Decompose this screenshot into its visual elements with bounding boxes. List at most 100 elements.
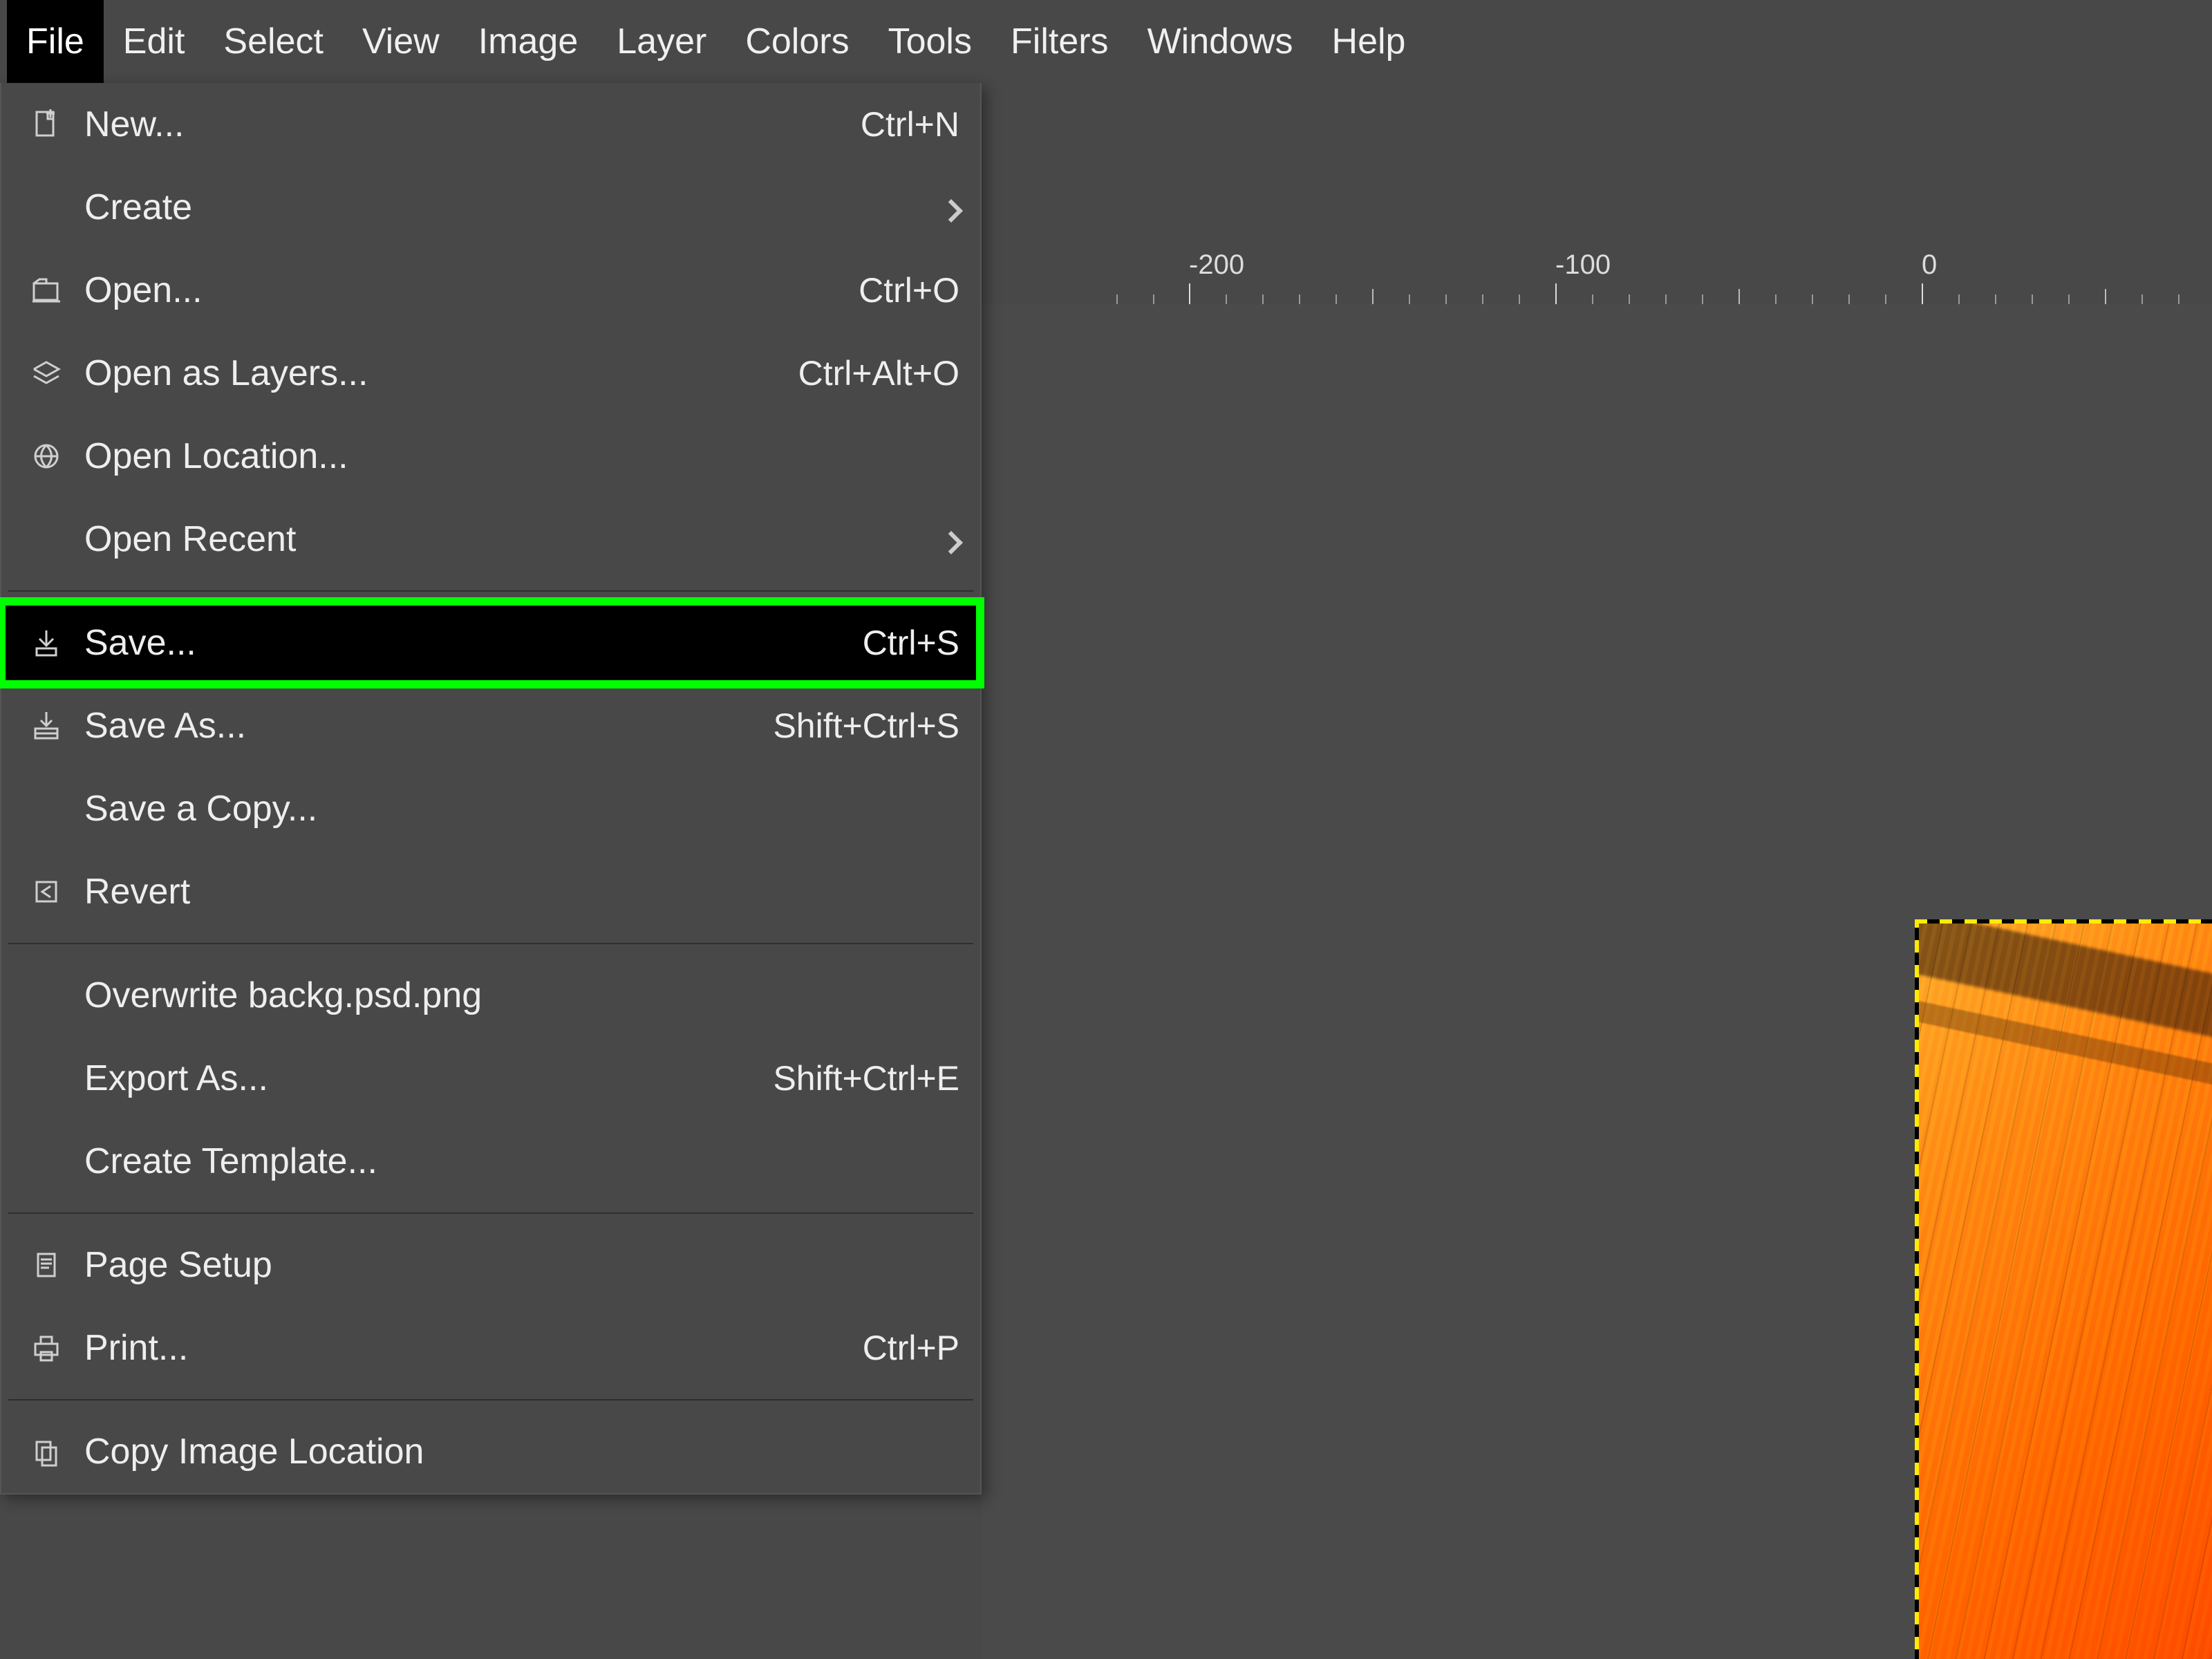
ruler-tick — [1848, 294, 1850, 304]
menu-label: Layer — [617, 21, 706, 62]
menu-item-label: Open Location... — [77, 435, 738, 477]
menu-item-open-recent[interactable]: Open Recent — [1, 498, 980, 581]
menu-item-new[interactable]: New... Ctrl+N — [1, 83, 980, 166]
menu-item-shortcut: Ctrl+O — [738, 270, 959, 310]
ruler-tick — [1812, 294, 1813, 304]
ruler-tick — [1519, 294, 1520, 304]
menu-windows[interactable]: Windows — [1128, 0, 1313, 83]
canvas-area[interactable] — [982, 304, 2212, 1659]
menu-label: Edit — [123, 21, 185, 62]
menu-item-label: Create — [77, 187, 932, 228]
submenu-arrow-icon — [932, 518, 959, 560]
menu-item-save[interactable]: Save... Ctrl+S — [1, 601, 980, 684]
ruler-tick — [1665, 294, 1667, 304]
menu-label: Help — [1332, 21, 1406, 62]
menu-item-create-template[interactable]: Create Template... — [1, 1120, 980, 1203]
ruler-tick — [1116, 294, 1118, 304]
menu-item-revert[interactable]: Revert — [1, 850, 980, 933]
menu-item-open[interactable]: Open... Ctrl+O — [1, 249, 980, 332]
menu-select[interactable]: Select — [204, 0, 343, 83]
ruler-tick — [1226, 294, 1227, 304]
menu-label: Filters — [1011, 21, 1109, 62]
menu-item-shortcut: Ctrl+N — [738, 104, 959, 144]
menu-item-shortcut: Ctrl+Alt+O — [738, 353, 959, 393]
ruler-tick — [1592, 294, 1593, 304]
ruler-tick — [1153, 294, 1154, 304]
ruler-label: -100 — [1555, 250, 1611, 281]
ruler-tick — [1445, 294, 1447, 304]
ruler-tick — [1189, 283, 1190, 304]
menu-item-shortcut: Ctrl+S — [738, 623, 959, 663]
ruler-tick — [1738, 289, 1740, 304]
submenu-arrow-icon — [932, 187, 959, 228]
menu-label: Tools — [888, 21, 972, 62]
menu-item-shortcut: Ctrl+P — [738, 1328, 959, 1368]
menu-label: Windows — [1147, 21, 1293, 62]
globe-icon — [15, 440, 77, 473]
open-image[interactable] — [1915, 919, 2212, 1659]
menu-item-label: Save As... — [77, 705, 738, 747]
ruler-tick — [1335, 294, 1337, 304]
ruler-tick — [1555, 283, 1557, 304]
menu-item-print[interactable]: Print... Ctrl+P — [1, 1306, 980, 1389]
menu-item-open-location[interactable]: Open Location... — [1, 415, 980, 498]
menu-item-label: Save... — [77, 622, 738, 664]
menu-item-label: Copy Image Location — [77, 1431, 738, 1472]
menu-label: View — [362, 21, 440, 62]
menu-item-shortcut: Shift+Ctrl+S — [738, 706, 959, 746]
menu-tools[interactable]: Tools — [869, 0, 991, 83]
menu-separator — [8, 1212, 973, 1214]
menu-file[interactable]: File — [7, 0, 104, 83]
menu-item-export-as[interactable]: Export As... Shift+Ctrl+E — [1, 1037, 980, 1120]
ruler-tick — [2032, 294, 2033, 304]
ruler-tick — [1629, 294, 1630, 304]
menu-item-shortcut: Shift+Ctrl+E — [738, 1058, 959, 1098]
menu-view[interactable]: View — [343, 0, 459, 83]
menubar: File Edit Select View Image Layer Colors… — [0, 0, 2212, 83]
menu-item-label: Open Recent — [77, 518, 932, 560]
menu-item-label: Open as Layers... — [77, 353, 738, 394]
menu-item-open-as-layers[interactable]: Open as Layers... Ctrl+Alt+O — [1, 332, 980, 415]
menu-item-label: Open... — [77, 270, 738, 311]
menu-item-copy-image-location[interactable]: Copy Image Location — [1, 1410, 980, 1493]
menu-separator — [8, 1399, 973, 1400]
menu-item-label: Export As... — [77, 1058, 738, 1099]
menu-image[interactable]: Image — [459, 0, 598, 83]
menu-item-label: Revert — [77, 871, 738, 912]
menu-item-create[interactable]: Create — [1, 166, 980, 249]
ruler-tick — [1995, 294, 1996, 304]
image-texture — [1915, 919, 2212, 1659]
menu-colors[interactable]: Colors — [726, 0, 868, 83]
ruler-tick — [2141, 294, 2143, 304]
ruler-tick — [1299, 294, 1300, 304]
revert-icon — [15, 875, 77, 908]
ruler-label: -200 — [1189, 250, 1244, 281]
menu-filters[interactable]: Filters — [991, 0, 1128, 83]
ruler-tick — [2178, 294, 2180, 304]
ruler-label: 0 — [1922, 250, 1937, 281]
ruler-tick — [1409, 294, 1410, 304]
menu-item-save-as[interactable]: Save As... Shift+Ctrl+S — [1, 684, 980, 767]
menu-label: Image — [478, 21, 579, 62]
ruler-horizontal: -200 -100 0 — [982, 256, 2212, 304]
menu-item-label: Print... — [77, 1327, 738, 1369]
menu-label: Colors — [745, 21, 849, 62]
ruler-tick — [1922, 283, 1923, 304]
ruler-tick — [2105, 289, 2106, 304]
save-icon — [15, 626, 77, 659]
menu-item-overwrite[interactable]: Overwrite backg.psd.png — [1, 954, 980, 1037]
menu-item-label: Create Template... — [77, 1141, 738, 1182]
layers-icon — [15, 357, 77, 390]
ruler-tick — [1262, 294, 1264, 304]
ruler-tick — [1372, 289, 1374, 304]
menu-item-page-setup[interactable]: Page Setup — [1, 1224, 980, 1306]
menu-layer[interactable]: Layer — [597, 0, 726, 83]
menu-edit[interactable]: Edit — [104, 0, 205, 83]
menu-item-label: Save a Copy... — [77, 788, 738, 830]
menu-item-save-a-copy[interactable]: Save a Copy... — [1, 767, 980, 850]
ruler-tick — [2068, 294, 2070, 304]
menu-help[interactable]: Help — [1313, 0, 1425, 83]
menu-item-label: New... — [77, 104, 738, 145]
menu-item-label: Overwrite backg.psd.png — [77, 975, 738, 1016]
ruler-tick — [1958, 294, 1960, 304]
